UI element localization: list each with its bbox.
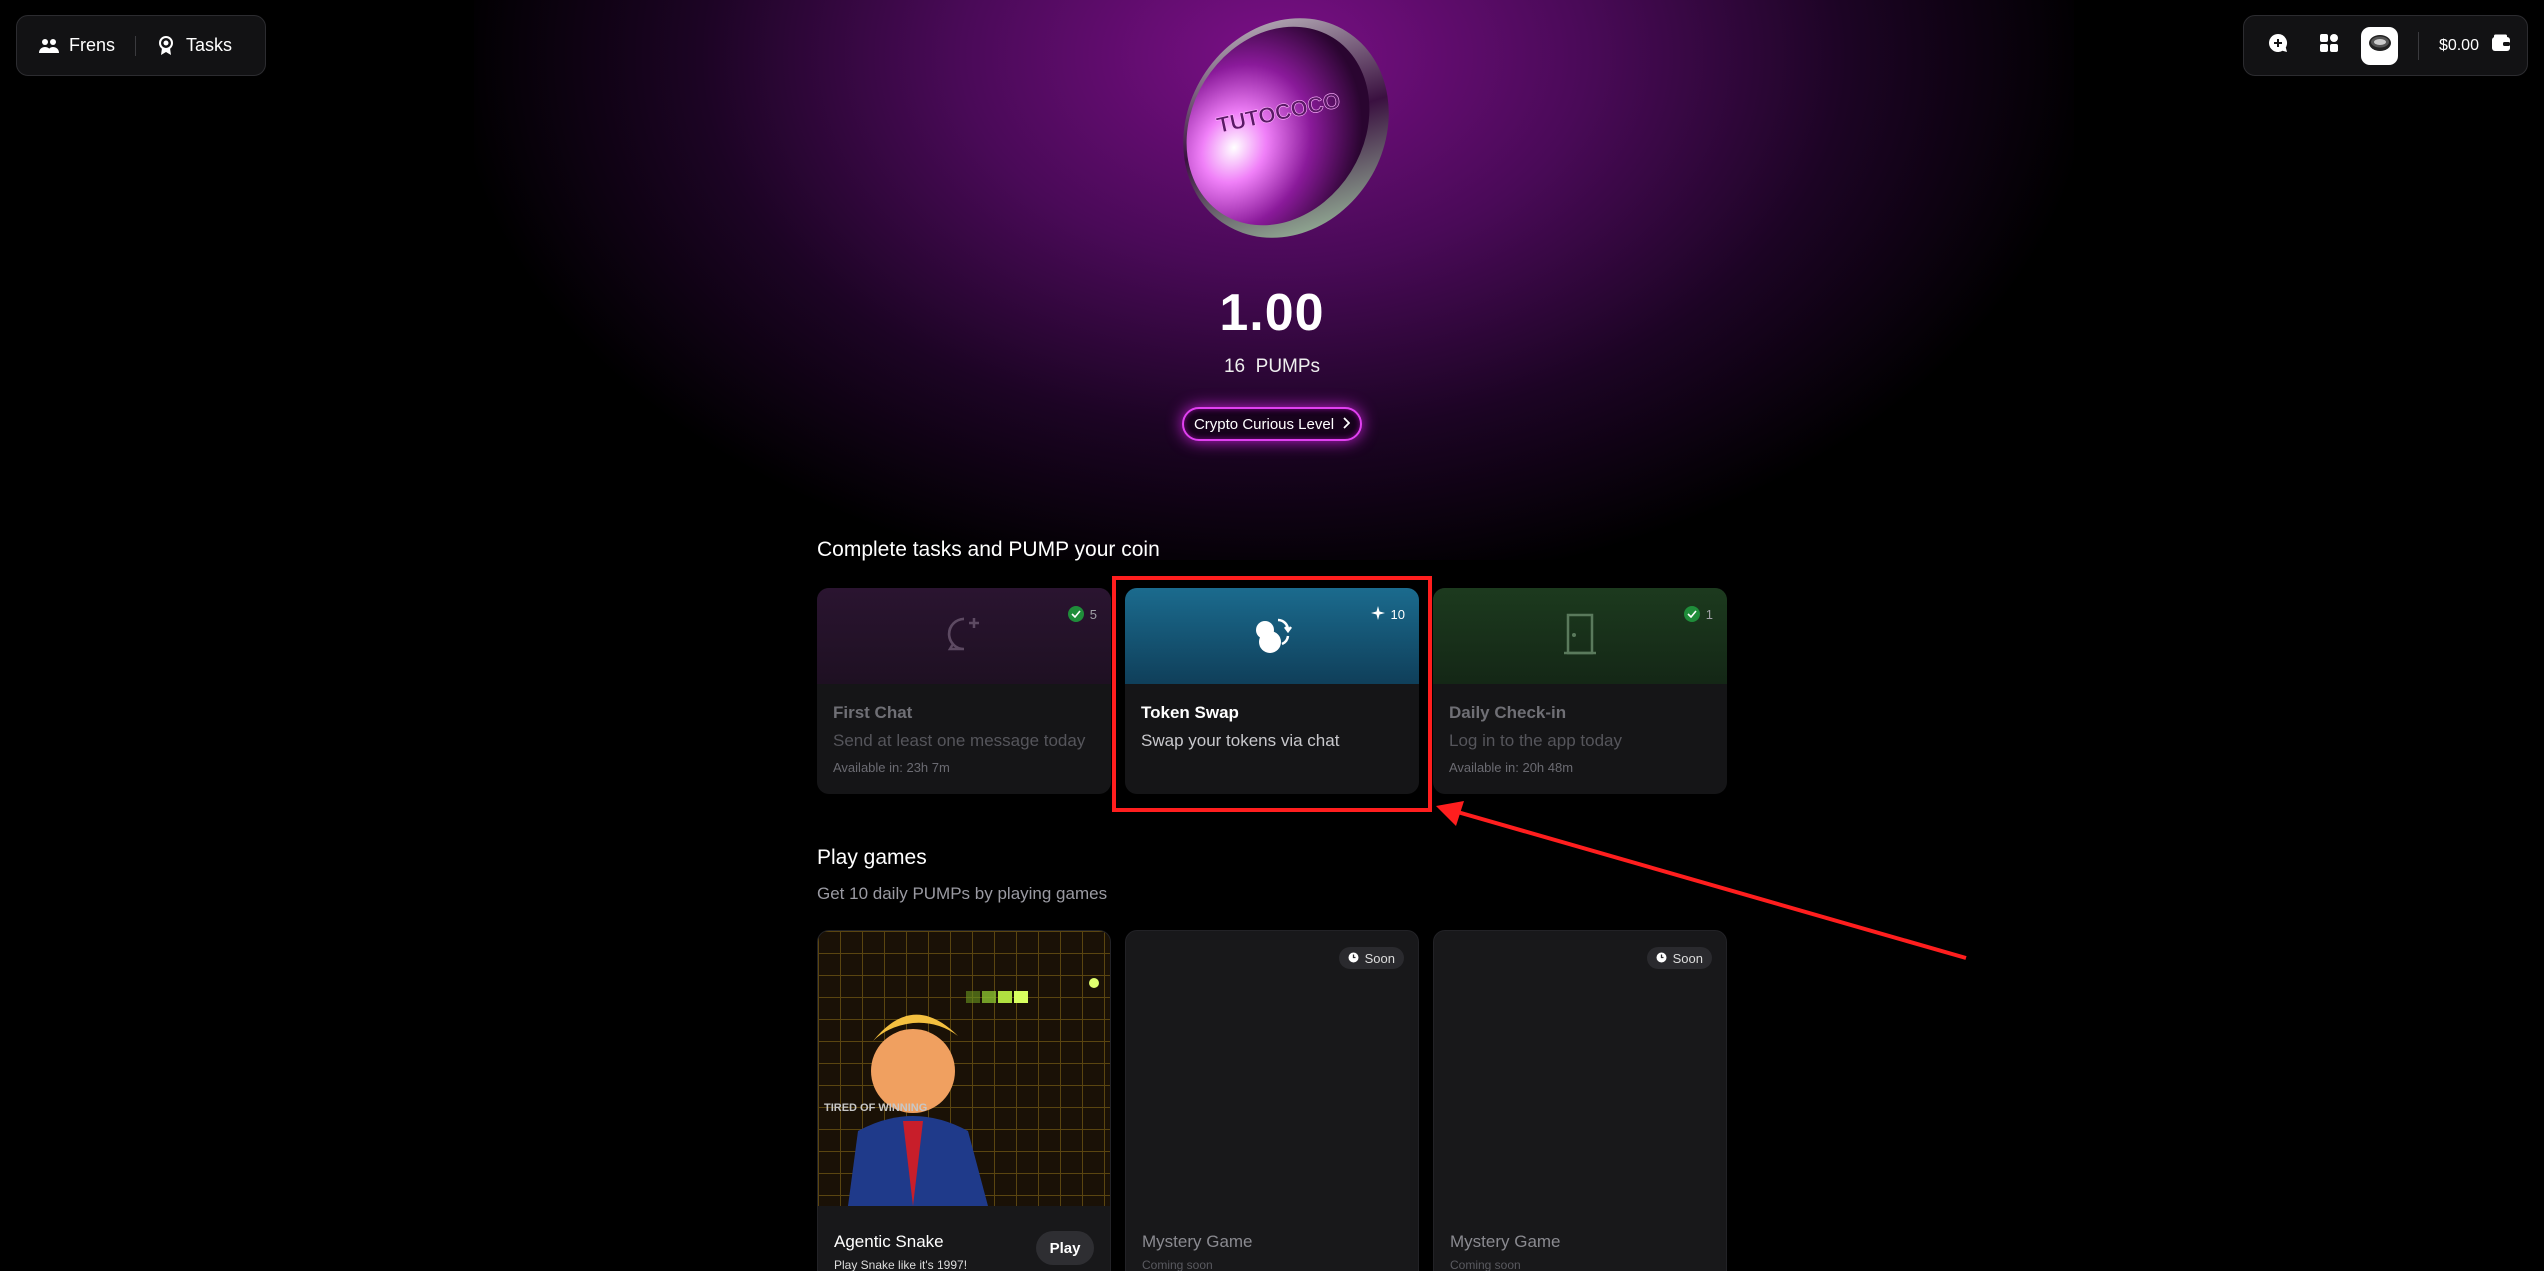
check-icon xyxy=(1683,606,1700,622)
game-name: Agentic Snake xyxy=(834,1232,944,1251)
nav-tasks[interactable]: Tasks xyxy=(156,35,232,56)
tasks-section-title: Complete tasks and PUMP your coin xyxy=(817,538,1160,561)
pumps-value: 16 xyxy=(1223,356,1246,377)
task-card-header: 10 xyxy=(1125,588,1419,684)
chat-icon xyxy=(2267,32,2289,59)
people-icon xyxy=(39,36,59,56)
task-availability: Available in: 20h 48m xyxy=(1449,760,1574,775)
toolbar-divider xyxy=(2417,31,2419,60)
sparkle-icon xyxy=(1370,606,1385,623)
soon-label: Soon xyxy=(1672,950,1703,966)
pump-coin-image[interactable]: TUTOCOCO xyxy=(1168,8,1393,243)
task-description: Send at least one message today xyxy=(833,731,1086,750)
task-reward-value: 10 xyxy=(1390,607,1405,622)
coin-icon xyxy=(2367,32,2393,59)
grid-icon xyxy=(2319,33,2339,58)
token-swap-icon xyxy=(1248,610,1296,663)
task-card-header: 5 xyxy=(817,588,1111,684)
wallet-balance: $0.00 xyxy=(2438,36,2479,54)
chat-plus-icon xyxy=(944,614,984,659)
nav-frens[interactable]: Frens xyxy=(39,35,115,56)
soon-label: Soon xyxy=(1364,950,1395,966)
door-icon xyxy=(1562,612,1598,661)
medal-icon xyxy=(156,35,176,56)
apps-button[interactable] xyxy=(2311,27,2348,65)
level-label: Crypto Curious Level xyxy=(1193,415,1335,433)
task-availability: Available in: 23h 7m xyxy=(833,760,950,775)
game-subtitle: Play Snake like it's 1997! xyxy=(834,1258,968,1271)
soon-badge: Soon xyxy=(1646,947,1712,969)
task-reward-badge: 10 xyxy=(1370,606,1405,623)
game-name: Mystery Game xyxy=(1142,1232,1253,1251)
task-card-header: 1 xyxy=(1433,588,1727,684)
game-card-agentic-snake[interactable]: TIRED OF WINNING Agentic Snake Play Snak… xyxy=(817,930,1111,1271)
game-card-mystery-2[interactable]: Soon Mystery Game Coming soon xyxy=(1433,930,1727,1271)
level-button[interactable]: Crypto Curious Level xyxy=(1182,407,1362,441)
task-description: Swap your tokens via chat xyxy=(1141,731,1340,750)
game-subtitle: Coming soon xyxy=(1450,1258,1521,1271)
snake-art-text: TIRED OF WINNING xyxy=(824,1102,927,1114)
play-button[interactable]: Play xyxy=(1036,1231,1094,1265)
soon-badge: Soon xyxy=(1338,947,1404,969)
nav-frens-label: Frens xyxy=(69,35,116,55)
chevron-right-icon xyxy=(1342,416,1351,433)
snake-game-artwork: TIRED OF WINNING xyxy=(818,931,1110,1206)
chat-button[interactable] xyxy=(2260,27,2297,65)
task-card-daily-check-in[interactable]: 1 Daily Check-in Log in to the app today… xyxy=(1433,588,1727,794)
games-section-subtitle: Get 10 daily PUMPs by playing games xyxy=(817,884,1108,903)
task-reward-badge: 5 xyxy=(1067,606,1097,622)
coin-button[interactable] xyxy=(2361,26,2398,65)
nav-tasks-label: Tasks xyxy=(186,35,233,55)
game-subtitle: Coming soon xyxy=(1142,1258,1213,1271)
task-card-first-chat[interactable]: 5 First Chat Send at least one message t… xyxy=(817,588,1111,794)
check-icon xyxy=(1067,606,1084,622)
task-card-token-swap[interactable]: 10 Token Swap Swap your tokens via chat xyxy=(1125,588,1419,794)
task-reward-badge: 1 xyxy=(1683,606,1713,622)
pumps-count: 16 PUMPs xyxy=(0,356,2544,378)
top-toolbar: $0.00 xyxy=(2243,15,2528,76)
game-name: Mystery Game xyxy=(1450,1232,1561,1251)
task-description: Log in to the app today xyxy=(1449,731,1622,750)
coin-balance: 1.00 xyxy=(1219,284,1325,342)
task-reward-value: 5 xyxy=(1089,606,1097,622)
clock-icon xyxy=(1348,951,1359,966)
top-nav: Frens Tasks xyxy=(16,15,266,76)
task-name: Token Swap xyxy=(1141,703,1239,722)
task-name: First Chat xyxy=(833,703,913,722)
task-name: Daily Check-in xyxy=(1449,703,1567,722)
wallet-button[interactable]: $0.00 xyxy=(2439,34,2511,57)
pumps-unit: PUMPs xyxy=(1255,356,1321,377)
game-card-mystery-1[interactable]: Soon Mystery Game Coming soon xyxy=(1125,930,1419,1271)
nav-divider xyxy=(135,35,137,56)
games-section-title: Play games xyxy=(817,846,927,869)
clock-icon xyxy=(1656,951,1667,966)
task-reward-value: 1 xyxy=(1705,606,1713,622)
wallet-icon xyxy=(2491,34,2511,57)
